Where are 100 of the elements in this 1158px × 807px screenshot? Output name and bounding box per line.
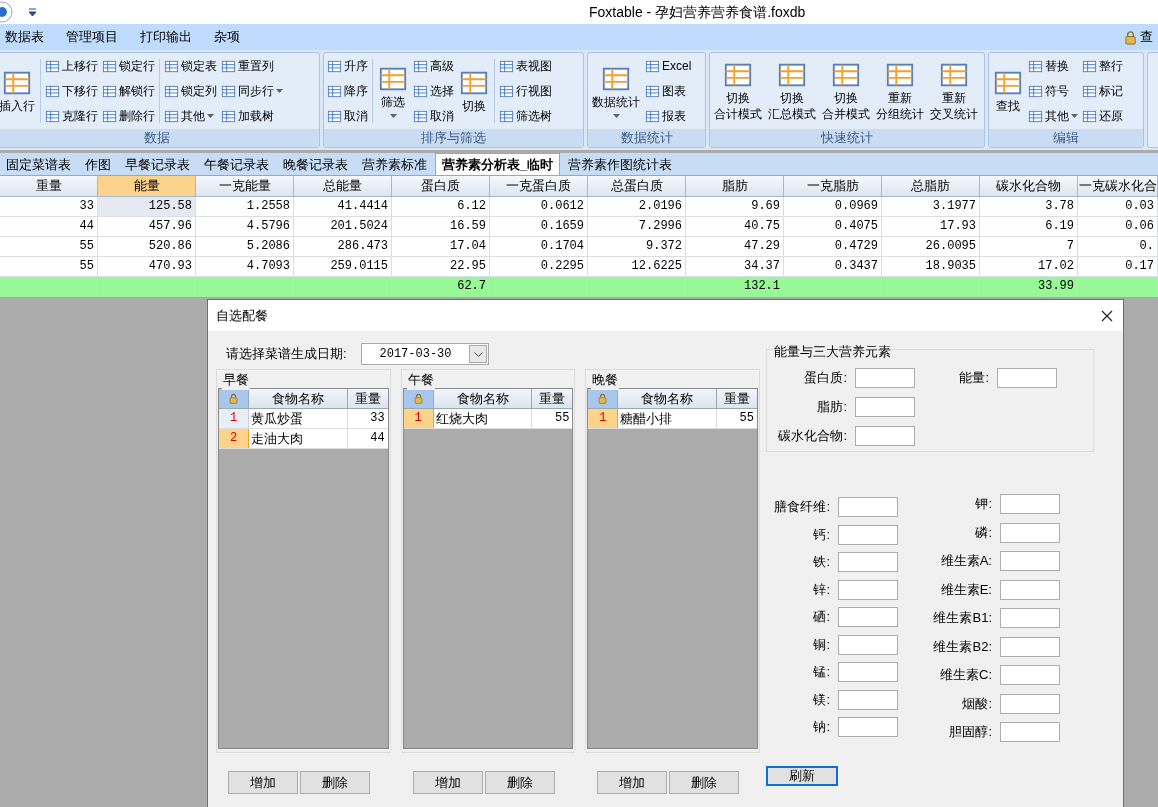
- column-header[interactable]: 食物名称: [618, 389, 717, 408]
- input-field[interactable]: [838, 552, 898, 572]
- dialog-button[interactable]: 增加: [228, 771, 298, 794]
- ribbon-button[interactable]: 重置列: [221, 54, 283, 78]
- ribbon-button[interactable]: 下移行: [45, 79, 98, 103]
- ribbon-button[interactable]: 切换 合并模式: [821, 60, 871, 122]
- input-field[interactable]: [1000, 579, 1060, 600]
- ribbon-button[interactable]: 克隆行: [45, 104, 98, 128]
- input-field[interactable]: [838, 524, 898, 545]
- ribbon-button[interactable]: 重新 交叉统计: [929, 60, 979, 122]
- row-number[interactable]: 1: [403, 409, 434, 428]
- ribbon-button[interactable]: 锁定行: [102, 54, 155, 78]
- row-number[interactable]: 1: [219, 409, 249, 428]
- ribbon-button[interactable]: 表视图: [499, 54, 552, 78]
- input-field[interactable]: [1000, 494, 1060, 514]
- ribbon-button[interactable]: 数据统计: [591, 64, 641, 118]
- column-header[interactable]: 一克能量: [196, 176, 294, 197]
- input-field[interactable]: [1000, 636, 1060, 657]
- column-header[interactable]: 能量: [98, 176, 196, 197]
- column-header[interactable]: 食物名称: [249, 389, 348, 408]
- column-header[interactable]: 脂肪: [686, 176, 784, 197]
- ribbon-button[interactable]: 高级: [413, 54, 454, 78]
- menu-item[interactable]: 打印输出: [140, 27, 192, 47]
- input-field[interactable]: [1000, 608, 1060, 628]
- sheet-tab[interactable]: 营养素分析表_临时: [435, 153, 561, 175]
- input-field[interactable]: [855, 397, 915, 417]
- dropdown-arrow-icon[interactable]: [28, 7, 37, 17]
- ribbon-button[interactable]: 其他: [164, 104, 217, 128]
- column-header[interactable]: 重量: [0, 176, 98, 197]
- input-field[interactable]: [838, 717, 898, 737]
- ribbon-button[interactable]: 报表: [645, 104, 692, 128]
- ribbon-button[interactable]: 锁定列: [164, 79, 217, 103]
- sheet-tab[interactable]: 营养素标准: [356, 154, 433, 175]
- column-header[interactable]: 重量: [347, 389, 388, 408]
- input-field[interactable]: [1000, 522, 1060, 543]
- input-field[interactable]: [838, 579, 898, 600]
- ribbon-button[interactable]: 上移行: [45, 54, 98, 78]
- dialog-button[interactable]: 删除: [484, 771, 555, 794]
- column-header[interactable]: 食物名称: [433, 389, 533, 408]
- column-header[interactable]: 蛋白质: [392, 176, 490, 197]
- input-field[interactable]: [855, 426, 915, 446]
- ribbon-button[interactable]: 替换: [1028, 54, 1078, 78]
- menu-item[interactable]: 管理项目: [66, 27, 118, 47]
- ribbon-button[interactable]: 锁定表: [164, 54, 217, 78]
- ribbon-button[interactable]: 整行: [1082, 54, 1123, 78]
- column-header[interactable]: 总能量: [294, 176, 392, 197]
- ribbon-button[interactable]: 切换 合计模式: [713, 60, 763, 122]
- refresh-button[interactable]: 刷新: [766, 766, 838, 786]
- row-number[interactable]: 2: [219, 429, 249, 448]
- input-field[interactable]: [855, 368, 915, 388]
- ribbon-button[interactable]: 行视图: [499, 79, 552, 103]
- ribbon-button[interactable]: 取消: [413, 104, 454, 128]
- column-header[interactable]: 重量: [532, 389, 573, 408]
- input-field[interactable]: [838, 662, 898, 682]
- ribbon-button[interactable]: 筛选: [377, 64, 409, 118]
- ribbon-button[interactable]: 重新 分组统计: [875, 60, 925, 122]
- ribbon-button[interactable]: 降序: [327, 79, 368, 103]
- dialog-button[interactable]: 删除: [300, 771, 370, 794]
- ribbon-button[interactable]: 还原: [1082, 104, 1123, 128]
- ribbon-button[interactable]: Excel: [645, 54, 692, 78]
- input-field[interactable]: [1000, 693, 1060, 714]
- input-field[interactable]: [1000, 722, 1060, 742]
- sheet-tab[interactable]: 午餐记录表: [198, 154, 275, 175]
- input-field[interactable]: [838, 497, 898, 517]
- ribbon-button[interactable]: 标记: [1082, 79, 1123, 103]
- ribbon-button[interactable]: 图表: [645, 79, 692, 103]
- ribbon-button[interactable]: 选择: [413, 79, 454, 103]
- ribbon-button[interactable]: 符号: [1028, 79, 1078, 103]
- input-field[interactable]: [838, 689, 898, 710]
- dialog-button[interactable]: 增加: [597, 771, 668, 794]
- input-field[interactable]: [997, 368, 1057, 388]
- sheet-tab[interactable]: 晚餐记录表: [277, 154, 354, 175]
- column-header[interactable]: 总脂肪: [882, 176, 980, 197]
- column-header[interactable]: 一克碳水化合: [1078, 176, 1158, 197]
- menu-item[interactable]: 查: [1140, 27, 1153, 47]
- ribbon-button[interactable]: 同步行: [221, 79, 283, 103]
- input-field[interactable]: [1000, 665, 1060, 685]
- column-header[interactable]: 碳水化合物: [980, 176, 1078, 197]
- column-header[interactable]: 一克蛋白质: [490, 176, 588, 197]
- menu-item[interactable]: 杂项: [214, 27, 240, 47]
- menu-item[interactable]: 数据表: [5, 27, 44, 47]
- sheet-tab[interactable]: 固定菜谱表: [0, 154, 77, 175]
- input-field[interactable]: [838, 607, 898, 627]
- ribbon-button[interactable]: 删除行: [102, 104, 155, 128]
- ribbon-button[interactable]: 切换 汇总模式: [767, 60, 817, 122]
- ribbon-button[interactable]: 查找: [992, 68, 1024, 114]
- sheet-tab[interactable]: 营养素作图统计表: [562, 154, 679, 175]
- sheet-tab[interactable]: 早餐记录表: [119, 154, 196, 175]
- column-header[interactable]: 一克脂肪: [784, 176, 882, 197]
- ribbon-button[interactable]: 解锁行: [102, 79, 155, 103]
- ribbon-button[interactable]: 取消: [327, 104, 368, 128]
- date-picker[interactable]: 2017-03-30: [361, 343, 489, 365]
- ribbon-button[interactable]: 筛选树: [499, 104, 552, 128]
- dialog-button[interactable]: 增加: [412, 771, 483, 794]
- row-number[interactable]: 1: [588, 409, 619, 428]
- dialog-button[interactable]: 删除: [669, 771, 740, 794]
- input-field[interactable]: [1000, 551, 1060, 571]
- input-field[interactable]: [838, 634, 898, 655]
- ribbon-button[interactable]: 其他: [1028, 104, 1078, 128]
- ribbon-button[interactable]: 加载树: [221, 104, 283, 128]
